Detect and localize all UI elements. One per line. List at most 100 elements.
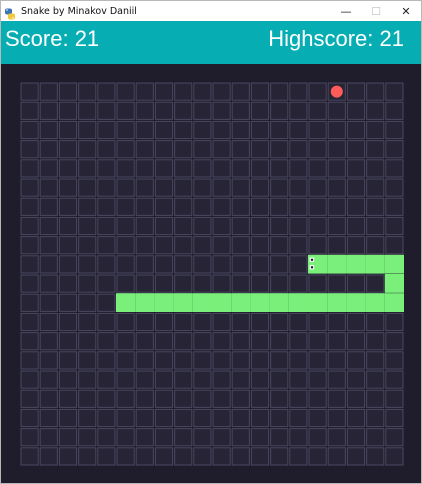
grid-cell [58, 82, 78, 101]
grid-cell [116, 408, 135, 428]
grid-cell [78, 408, 97, 428]
title-bar[interactable]: Snake by Minakov Daniil — ☐ ✕ [1, 1, 421, 21]
grid-cell [385, 120, 404, 140]
grid-cell [385, 101, 404, 120]
grid-cell [135, 101, 154, 120]
grid-cell [135, 312, 154, 332]
grid-cell [346, 408, 366, 428]
snake-body-segment [365, 254, 385, 274]
snake-body-segment [154, 293, 174, 312]
grid-cell [174, 389, 193, 408]
grid-cell [289, 236, 308, 255]
snake-body-segment [384, 254, 404, 274]
grid-cell [308, 274, 327, 293]
grid-cell [212, 332, 231, 351]
grid-cell [174, 120, 193, 140]
grid-cell [289, 178, 308, 197]
grid-cell [212, 351, 231, 370]
snake-body-segment [269, 293, 289, 312]
grid-cell [270, 236, 289, 255]
grid-cell [20, 140, 39, 159]
grid-cell [39, 428, 58, 447]
grid-cell [308, 408, 327, 428]
grid-cell [39, 389, 58, 408]
grid-cell [231, 332, 250, 351]
grid-cell [174, 332, 193, 351]
grid-cell [39, 293, 58, 312]
grid-cell [289, 274, 308, 293]
grid-cell [97, 255, 116, 274]
close-button[interactable]: ✕ [391, 1, 421, 21]
grid-cell [385, 178, 404, 197]
grid-cell [193, 312, 212, 332]
grid-cell [39, 332, 58, 351]
grid-cell [308, 216, 327, 236]
score-label: Score: 21 [5, 26, 100, 51]
grid-cell [308, 447, 327, 466]
grid-cell [154, 120, 174, 140]
grid-cell [78, 293, 97, 312]
minimize-button[interactable]: — [331, 1, 361, 21]
grid-cell [231, 312, 250, 332]
grid-cell [135, 255, 154, 274]
grid-cell [97, 197, 116, 216]
grid-cell [97, 140, 116, 159]
maximize-button[interactable]: ☐ [361, 1, 391, 21]
grid-cell [231, 255, 250, 274]
grid-cell [250, 236, 270, 255]
food-apple [330, 85, 343, 98]
grid-cell [58, 236, 78, 255]
snake-body-segment [212, 293, 232, 312]
snake-body-segment [308, 293, 328, 312]
grid-cell [154, 197, 174, 216]
grid-cell [193, 447, 212, 466]
grid-cell [78, 236, 97, 255]
grid-cell [193, 178, 212, 197]
grid-cell [366, 332, 385, 351]
grid-cell [385, 236, 404, 255]
grid-cell [97, 447, 116, 466]
grid-cell [20, 255, 39, 274]
grid-cell [327, 197, 346, 216]
grid-cell [193, 197, 212, 216]
grid-cell [58, 274, 78, 293]
grid-cell [385, 216, 404, 236]
snake-body-segment [384, 293, 404, 312]
game-board[interactable] [1, 64, 421, 483]
grid-cell [20, 428, 39, 447]
grid-cell [231, 120, 250, 140]
grid-cell [308, 82, 327, 101]
grid-cell [231, 197, 250, 216]
grid-cell [39, 351, 58, 370]
grid-cell [270, 332, 289, 351]
grid-cell [385, 389, 404, 408]
grid-cell [20, 236, 39, 255]
grid-cell [308, 370, 327, 389]
grid-cell [327, 140, 346, 159]
grid-cell [231, 216, 250, 236]
grid-cell [289, 351, 308, 370]
grid-cell [212, 140, 231, 159]
grid-cell [346, 447, 366, 466]
grid-cell [327, 120, 346, 140]
grid-cell [154, 312, 174, 332]
grid-cell [58, 140, 78, 159]
grid-cell [385, 312, 404, 332]
grid-cell [270, 255, 289, 274]
grid-cell [385, 408, 404, 428]
grid-cell [58, 389, 78, 408]
grid-cell [154, 178, 174, 197]
grid-cell [212, 197, 231, 216]
grid-cell [58, 159, 78, 178]
grid-cell [20, 332, 39, 351]
grid-cell [366, 82, 385, 101]
grid-cell [385, 332, 404, 351]
grid-cell [58, 370, 78, 389]
grid-cell [78, 351, 97, 370]
grid-cell [174, 274, 193, 293]
grid-cell [193, 351, 212, 370]
grid-cell [135, 159, 154, 178]
grid-cell [250, 389, 270, 408]
grid-cell [327, 312, 346, 332]
grid-cell [193, 332, 212, 351]
